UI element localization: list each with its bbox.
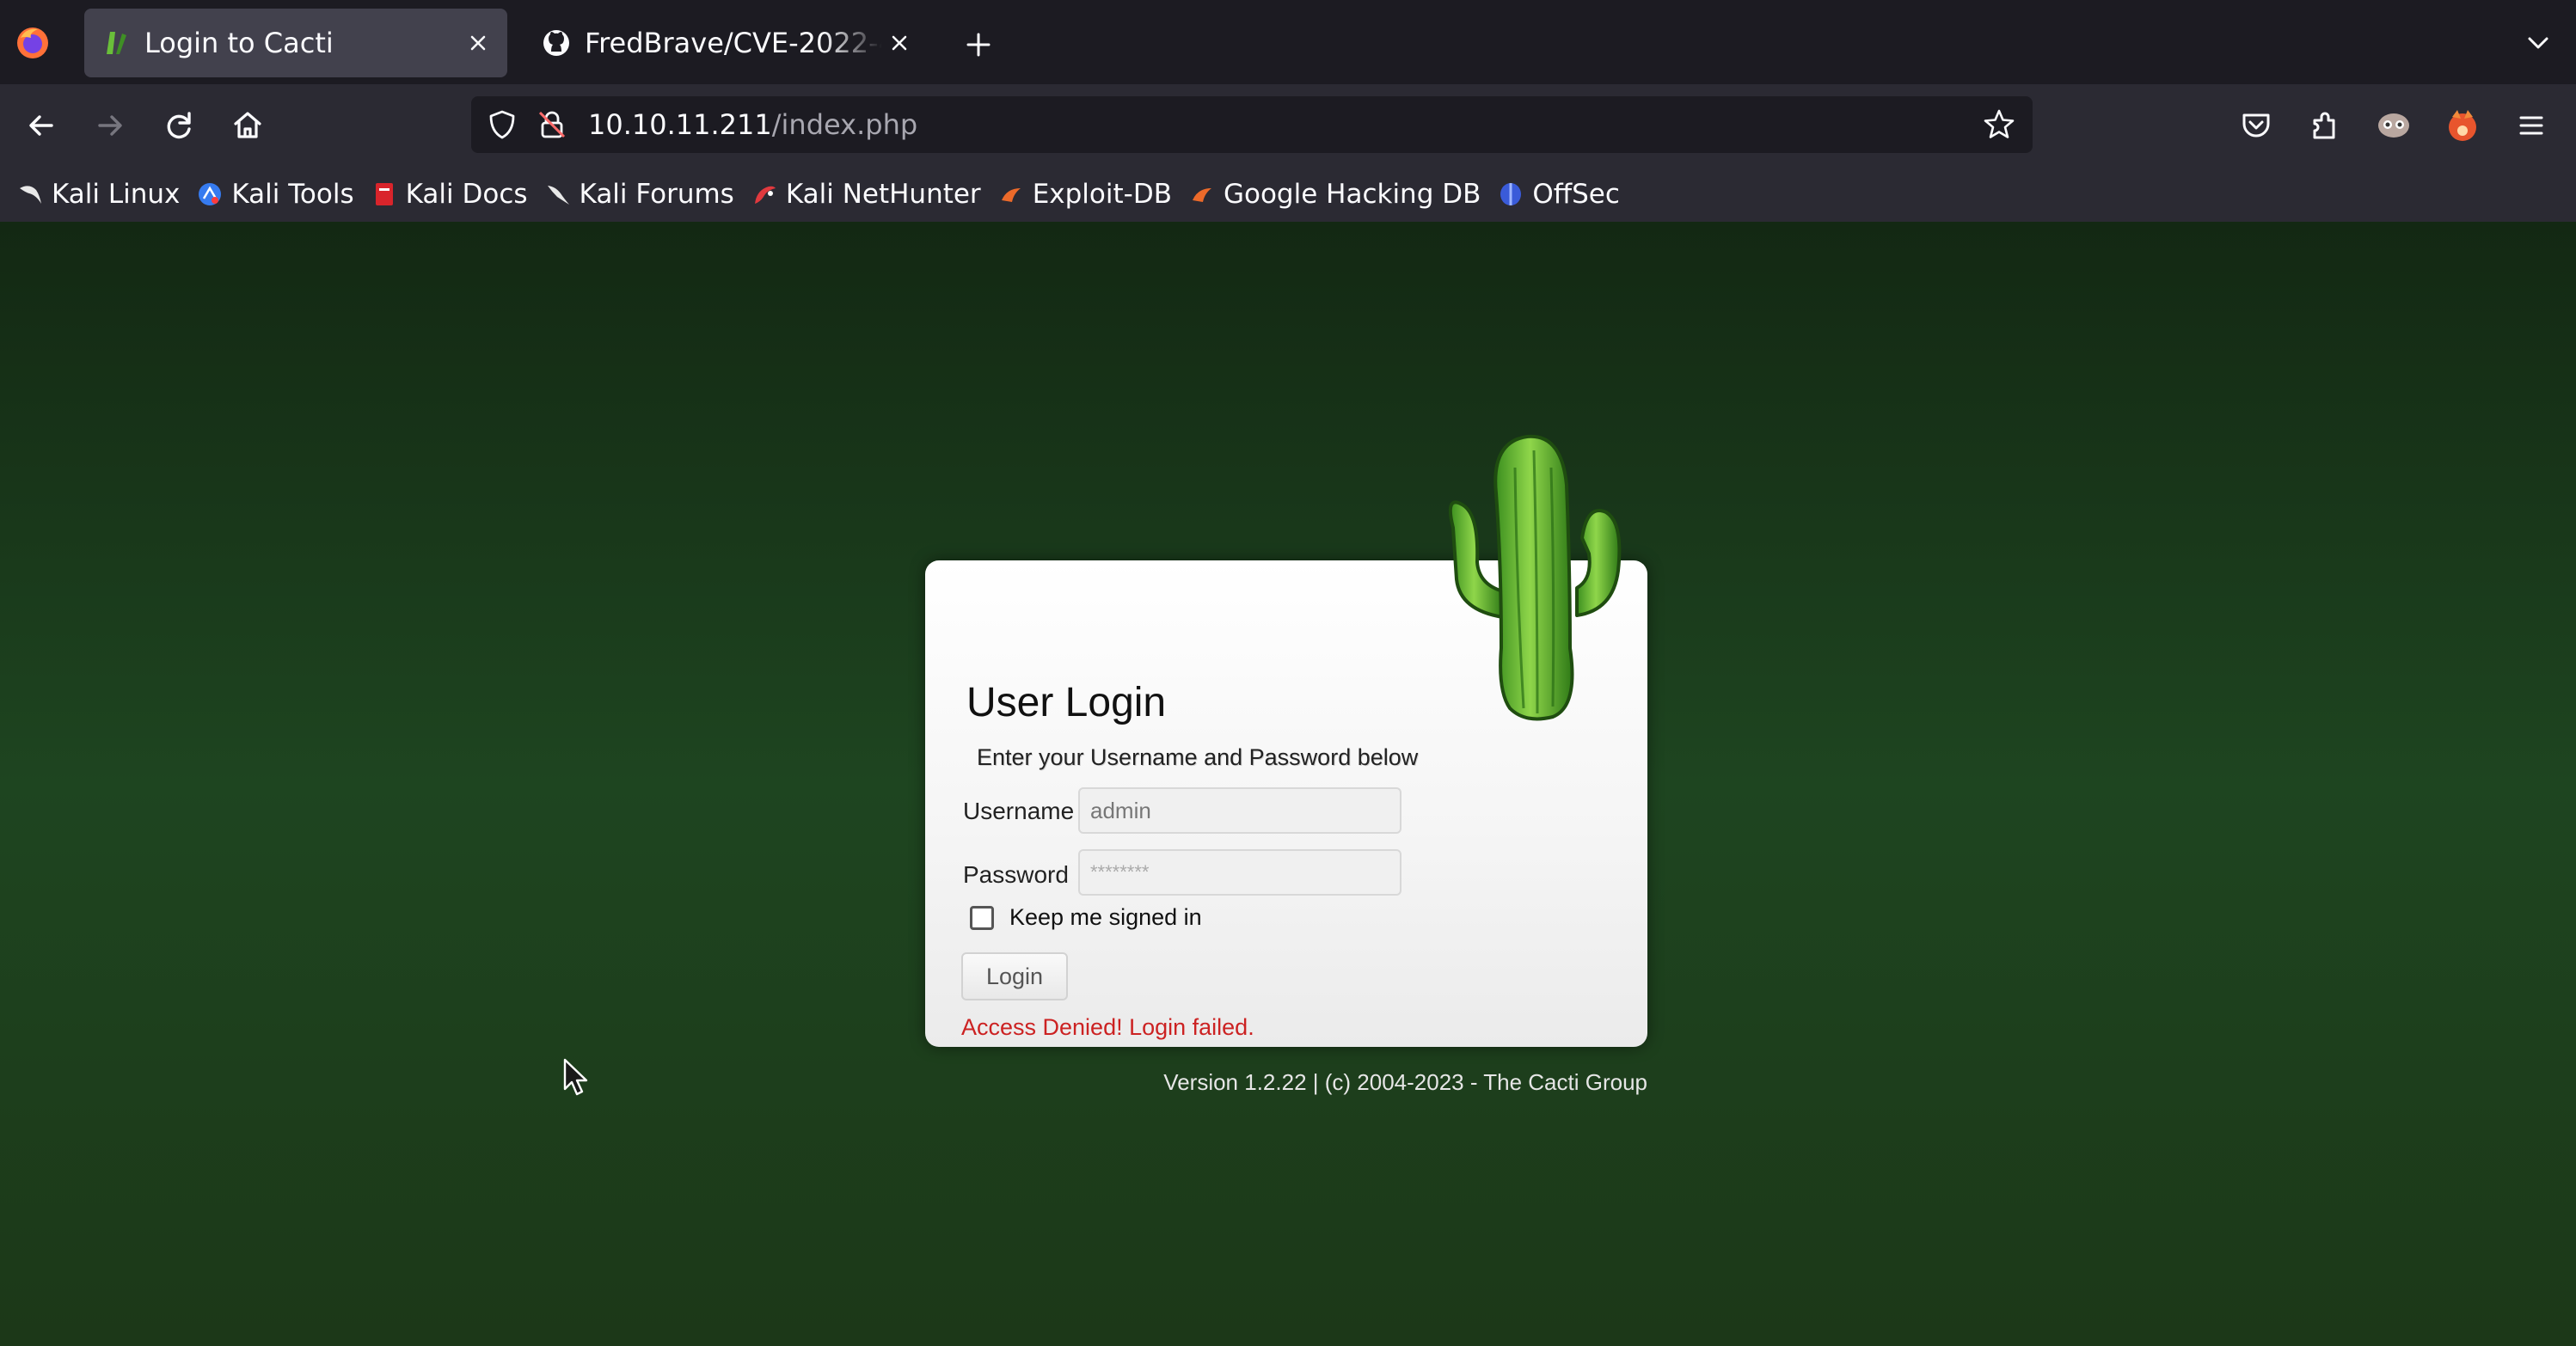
bookmark-label: Kali Forums — [579, 179, 734, 210]
ghdb-icon — [1192, 188, 1211, 202]
keep-signed-in-label[interactable]: Keep me signed in — [1009, 904, 1202, 931]
back-icon[interactable] — [21, 105, 62, 146]
bookmark-kali-tools[interactable]: Kali Tools — [197, 179, 354, 210]
username-value: admin — [1090, 797, 1151, 823]
login-subtitle: Enter your Username and Password below — [977, 744, 1419, 770]
kali-tools-icon — [199, 183, 222, 205]
tab-login-to-cacti[interactable]: Login to Cacti — [84, 9, 507, 77]
bookmark-label: Kali Linux — [52, 179, 181, 210]
github-icon — [543, 30, 569, 56]
bookmark-offsec[interactable]: OffSec — [1498, 179, 1620, 210]
error-message: Access Denied! Login failed. — [961, 1014, 1254, 1040]
menu-hamburger-icon[interactable] — [2512, 107, 2550, 144]
bookmark-star-icon[interactable] — [1981, 107, 2017, 143]
bookmark-kali-docs[interactable]: Kali Docs — [371, 179, 528, 210]
bookmark-label: Kali Tools — [231, 179, 354, 210]
bookmark-label: Google Hacking DB — [1223, 179, 1481, 210]
home-icon[interactable] — [227, 105, 268, 146]
tab-github-cve[interactable]: FredBrave/CVE-2022-46169 — [524, 9, 929, 77]
exploit-db-icon — [1001, 188, 1021, 202]
kali-docs-icon — [375, 183, 393, 205]
url-text[interactable]: 10.10.11.211/index.php — [588, 108, 1981, 141]
tracking-protection-shield-icon[interactable] — [485, 107, 519, 142]
password-value: ******** — [1090, 861, 1150, 883]
pocket-icon[interactable] — [2237, 107, 2275, 144]
kali-nethunter-icon — [754, 186, 776, 204]
password-input[interactable]: ******** — [1078, 849, 1401, 896]
kali-forums-icon — [547, 186, 569, 205]
firefox-icon[interactable] — [15, 26, 50, 60]
bookmark-label: Exploit-DB — [1032, 179, 1172, 210]
mouse-cursor-icon — [563, 1058, 588, 1096]
bookmark-kali-linux[interactable]: Kali Linux — [17, 179, 180, 210]
tab-title: Login to Cacti — [144, 27, 334, 59]
extension-mask-icon[interactable] — [2375, 107, 2413, 144]
forward-icon[interactable] — [89, 105, 131, 146]
close-tab-icon[interactable] — [461, 26, 495, 60]
bookmark-exploit-db[interactable]: Exploit-DB — [998, 179, 1172, 210]
bookmark-kali-forums[interactable]: Kali Forums — [545, 179, 734, 210]
password-label: Password — [963, 861, 1069, 888]
login-title: User Login — [966, 680, 1167, 725]
username-input[interactable]: admin — [1078, 787, 1401, 834]
tab-title: FredBrave/CVE-2022-46169 — [585, 27, 882, 59]
bookmark-label: Kali NetHunter — [785, 179, 981, 210]
extensions-icon[interactable] — [2306, 107, 2344, 144]
url-host: 10.10.11.211 — [588, 108, 772, 141]
tab-strip: Login to Cacti FredBrave/CVE-2022-46169 — [0, 0, 2576, 84]
url-path: /index.php — [771, 108, 918, 141]
foxyproxy-icon[interactable] — [2444, 107, 2481, 144]
close-tab-icon[interactable] — [882, 26, 917, 60]
login-button[interactable]: Login — [961, 952, 1068, 1000]
cacti-logo-icon — [1449, 434, 1622, 721]
new-tab-icon[interactable] — [961, 28, 996, 62]
address-bar[interactable]: 10.10.11.211/index.php — [471, 96, 2033, 153]
cacti-favicon-icon — [107, 32, 126, 54]
offsec-icon — [1500, 183, 1522, 205]
keep-signed-in-checkbox[interactable] — [970, 906, 994, 930]
reload-icon[interactable] — [158, 105, 199, 146]
kali-dragon-icon — [20, 186, 41, 204]
bookmark-kali-nethunter[interactable]: Kali NetHunter — [751, 179, 981, 210]
bookmark-google-hacking-db[interactable]: Google Hacking DB — [1189, 179, 1481, 210]
bookmark-label: Kali Docs — [405, 179, 528, 210]
username-label: Username — [963, 798, 1075, 824]
navigation-toolbar: 10.10.11.211/index.php — [0, 84, 2576, 167]
bookmarks-toolbar: Kali Linux Kali Tools Kali Docs Kali For… — [0, 167, 2576, 222]
bookmark-label: OffSec — [1532, 179, 1620, 210]
version-footer: Version 1.2.22 | (c) 2004-2023 - The Cac… — [1163, 1069, 1647, 1095]
insecure-lock-icon[interactable] — [535, 107, 569, 142]
list-all-tabs-icon[interactable] — [2521, 26, 2555, 60]
page-content: User Login Enter your Username and Passw… — [0, 222, 2576, 1346]
